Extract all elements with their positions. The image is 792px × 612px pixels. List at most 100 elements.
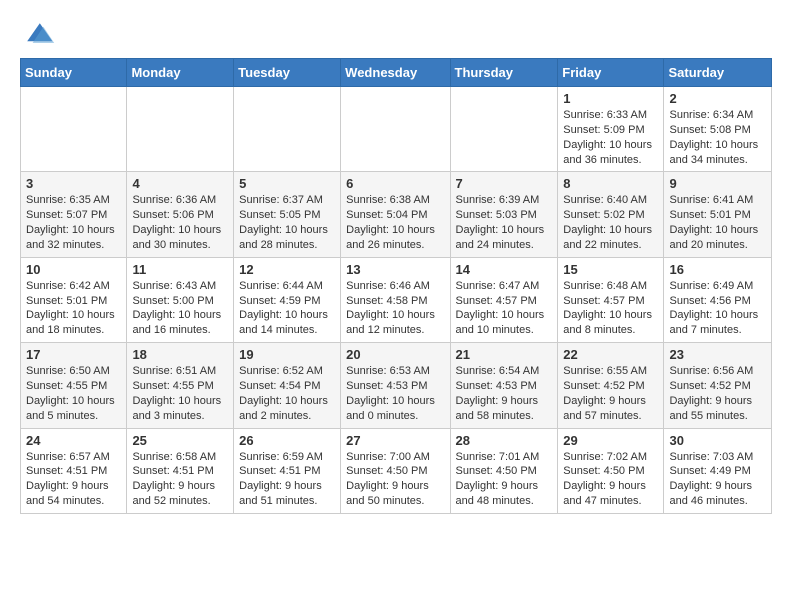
- cell-line: Daylight: 9 hours: [346, 479, 444, 494]
- cell-line: Sunset: 5:02 PM: [563, 208, 658, 223]
- cell-line: Sunset: 5:09 PM: [563, 123, 658, 138]
- calendar-cell: 10Sunrise: 6:42 AMSunset: 5:01 PMDayligh…: [21, 257, 127, 342]
- day-number: 11: [132, 262, 228, 277]
- cell-line: and 14 minutes.: [239, 323, 335, 338]
- cell-line: Sunrise: 6:34 AM: [669, 108, 766, 123]
- cell-line: and 48 minutes.: [456, 494, 553, 509]
- cell-line: Daylight: 10 hours: [26, 308, 121, 323]
- cell-line: and 2 minutes.: [239, 409, 335, 424]
- cell-line: Daylight: 10 hours: [563, 308, 658, 323]
- calendar-cell: 2Sunrise: 6:34 AMSunset: 5:08 PMDaylight…: [664, 87, 772, 172]
- cell-line: and 58 minutes.: [456, 409, 553, 424]
- cell-line: and 12 minutes.: [346, 323, 444, 338]
- day-number: 9: [669, 176, 766, 191]
- cell-line: Daylight: 9 hours: [563, 394, 658, 409]
- calendar-header-monday: Monday: [127, 59, 234, 87]
- day-number: 1: [563, 91, 658, 106]
- day-number: 8: [563, 176, 658, 191]
- cell-line: Sunset: 4:57 PM: [563, 294, 658, 309]
- calendar-week-row: 3Sunrise: 6:35 AMSunset: 5:07 PMDaylight…: [21, 172, 772, 257]
- day-number: 20: [346, 347, 444, 362]
- cell-line: Daylight: 10 hours: [239, 394, 335, 409]
- cell-line: Daylight: 9 hours: [456, 394, 553, 409]
- day-number: 10: [26, 262, 121, 277]
- cell-line: Sunrise: 6:50 AM: [26, 364, 121, 379]
- calendar-cell: [234, 87, 341, 172]
- cell-line: and 18 minutes.: [26, 323, 121, 338]
- calendar-cell: 17Sunrise: 6:50 AMSunset: 4:55 PMDayligh…: [21, 343, 127, 428]
- cell-line: and 30 minutes.: [132, 238, 228, 253]
- day-number: 3: [26, 176, 121, 191]
- calendar-cell: 1Sunrise: 6:33 AMSunset: 5:09 PMDaylight…: [558, 87, 664, 172]
- calendar-cell: 20Sunrise: 6:53 AMSunset: 4:53 PMDayligh…: [341, 343, 450, 428]
- calendar-cell: 25Sunrise: 6:58 AMSunset: 4:51 PMDayligh…: [127, 428, 234, 513]
- logo: [20, 16, 60, 52]
- cell-line: Daylight: 10 hours: [132, 394, 228, 409]
- cell-line: Sunrise: 6:40 AM: [563, 193, 658, 208]
- cell-line: Sunset: 4:53 PM: [456, 379, 553, 394]
- calendar-cell: 23Sunrise: 6:56 AMSunset: 4:52 PMDayligh…: [664, 343, 772, 428]
- cell-line: and 50 minutes.: [346, 494, 444, 509]
- cell-line: and 16 minutes.: [132, 323, 228, 338]
- cell-line: Sunrise: 7:02 AM: [563, 450, 658, 465]
- cell-line: Sunset: 4:51 PM: [239, 464, 335, 479]
- calendar-table: SundayMondayTuesdayWednesdayThursdayFrid…: [20, 58, 772, 514]
- calendar-header-tuesday: Tuesday: [234, 59, 341, 87]
- cell-line: Sunset: 4:58 PM: [346, 294, 444, 309]
- cell-line: Daylight: 10 hours: [563, 223, 658, 238]
- cell-line: Sunset: 5:05 PM: [239, 208, 335, 223]
- calendar-cell: 30Sunrise: 7:03 AMSunset: 4:49 PMDayligh…: [664, 428, 772, 513]
- cell-line: Sunrise: 6:52 AM: [239, 364, 335, 379]
- cell-line: Sunrise: 6:39 AM: [456, 193, 553, 208]
- cell-line: and 54 minutes.: [26, 494, 121, 509]
- calendar-cell: 11 Sunrise: 6:43 AMSunset: 5:00 PMDayligh…: [127, 257, 234, 342]
- cell-line: and 10 minutes.: [456, 323, 553, 338]
- cell-line: Daylight: 9 hours: [26, 479, 121, 494]
- header: [20, 16, 772, 52]
- calendar-cell: 15 Sunrise: 6:48 AMSunset: 4:57 PMDayligh…: [558, 257, 664, 342]
- cell-line: Sunrise: 6:43 AM: [132, 279, 228, 294]
- cell-line: Sunrise: 6:37 AM: [239, 193, 335, 208]
- cell-line: Daylight: 10 hours: [132, 308, 228, 323]
- cell-line: Sunrise: 6:44 AM: [239, 279, 335, 294]
- cell-line: Sunset: 5:00 PM: [132, 294, 228, 309]
- day-number: 2: [669, 91, 766, 106]
- day-number: 17: [26, 347, 121, 362]
- cell-line: Daylight: 9 hours: [669, 394, 766, 409]
- day-number: 15: [563, 262, 658, 277]
- calendar-cell: [21, 87, 127, 172]
- cell-line: Sunset: 4:52 PM: [669, 379, 766, 394]
- calendar-header-friday: Friday: [558, 59, 664, 87]
- cell-line: Sunset: 5:04 PM: [346, 208, 444, 223]
- calendar-week-row: 17Sunrise: 6:50 AMSunset: 4:55 PMDayligh…: [21, 343, 772, 428]
- day-number: 27: [346, 433, 444, 448]
- cell-line: Sunrise: 6:48 AM: [563, 279, 658, 294]
- cell-line: Sunset: 4:53 PM: [346, 379, 444, 394]
- calendar-cell: 3Sunrise: 6:35 AMSunset: 5:07 PMDaylight…: [21, 172, 127, 257]
- cell-line: Daylight: 10 hours: [239, 308, 335, 323]
- calendar-cell: 13Sunrise: 6:46 AMSunset: 4:58 PMDayligh…: [341, 257, 450, 342]
- cell-line: Sunrise: 6:38 AM: [346, 193, 444, 208]
- day-number: 28: [456, 433, 553, 448]
- cell-line: Sunset: 4:59 PM: [239, 294, 335, 309]
- cell-line: Sunrise: 6:35 AM: [26, 193, 121, 208]
- cell-line: Sunrise: 6:51 AM: [132, 364, 228, 379]
- cell-line: and 0 minutes.: [346, 409, 444, 424]
- cell-line: Sunrise: 6:55 AM: [563, 364, 658, 379]
- cell-line: Sunrise: 6:59 AM: [239, 450, 335, 465]
- calendar-cell: 26Sunrise: 6:59 AMSunset: 4:51 PMDayligh…: [234, 428, 341, 513]
- calendar-cell: 4Sunrise: 6:36 AMSunset: 5:06 PMDaylight…: [127, 172, 234, 257]
- cell-line: and 51 minutes.: [239, 494, 335, 509]
- cell-line: Daylight: 10 hours: [132, 223, 228, 238]
- cell-line: and 57 minutes.: [563, 409, 658, 424]
- cell-line: and 34 minutes.: [669, 153, 766, 168]
- page: SundayMondayTuesdayWednesdayThursdayFrid…: [0, 0, 792, 530]
- cell-line: Daylight: 9 hours: [669, 479, 766, 494]
- cell-line: Sunrise: 7:01 AM: [456, 450, 553, 465]
- calendar-header-sunday: Sunday: [21, 59, 127, 87]
- cell-line: Sunset: 4:50 PM: [456, 464, 553, 479]
- cell-line: and 26 minutes.: [346, 238, 444, 253]
- cell-line: and 22 minutes.: [563, 238, 658, 253]
- cell-line: Sunrise: 6:46 AM: [346, 279, 444, 294]
- cell-line: and 3 minutes.: [132, 409, 228, 424]
